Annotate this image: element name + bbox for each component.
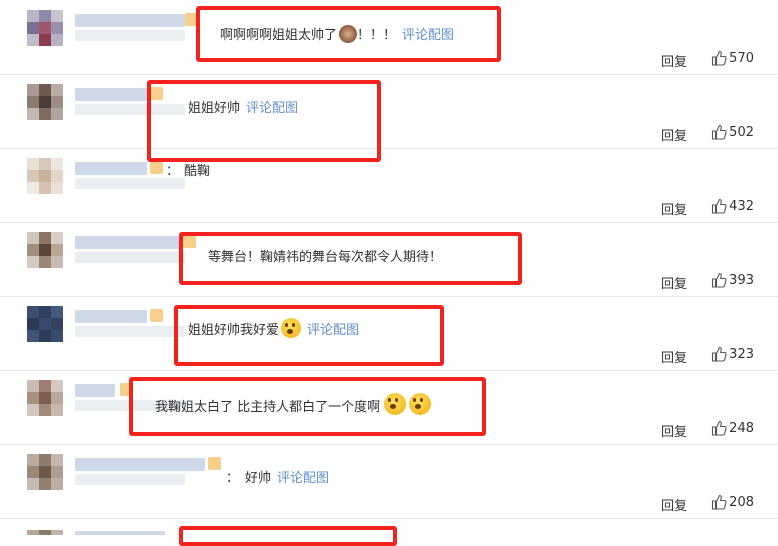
reply-button[interactable]: 回复 (661, 347, 687, 366)
reply-button[interactable]: 回复 (661, 495, 687, 514)
avatar[interactable] (27, 84, 63, 120)
reply-button[interactable]: 回复 (661, 273, 687, 292)
thumbs-up-icon (712, 50, 727, 66)
like-button[interactable]: 502 (711, 124, 754, 140)
user-info-blurred (75, 252, 185, 263)
comment-row: ： 酷鞠 回复 432 (0, 148, 778, 223)
thumbs-up-icon (712, 494, 727, 510)
comment-content: 好帅 (245, 471, 272, 486)
avatar[interactable] (27, 380, 63, 416)
like-count: 393 (729, 272, 754, 288)
reply-button[interactable]: 回复 (661, 421, 687, 440)
thumbs-up-icon (712, 420, 727, 436)
like-count: 248 (729, 420, 754, 436)
highlight-box (129, 377, 486, 436)
highlight-box (196, 6, 501, 62)
like-button[interactable]: 323 (711, 346, 754, 362)
comment-text: 酷鞠 (184, 160, 210, 179)
thumbs-up-icon (712, 198, 727, 214)
highlight-box (179, 526, 397, 546)
like-count: 323 (729, 346, 754, 362)
colon-separator: ： (166, 164, 180, 179)
thumbs-up-icon (712, 124, 727, 140)
vip-badge-icon (208, 457, 221, 470)
comment-text: 好帅 评论配图 (245, 467, 329, 486)
avatar[interactable] (27, 158, 63, 194)
username-blurred[interactable] (75, 310, 147, 323)
avatar[interactable] (27, 232, 63, 268)
like-count: 432 (729, 198, 754, 214)
avatar[interactable] (27, 454, 63, 490)
comment-row: 姐姐好帅 评论配图 回复 502 (0, 74, 778, 149)
username-blurred[interactable] (75, 162, 147, 175)
like-count: 570 (729, 50, 754, 66)
vip-badge-icon (150, 161, 163, 174)
user-info-blurred (75, 326, 185, 337)
like-count: 502 (729, 124, 754, 140)
highlight-box (147, 80, 381, 162)
username-blurred[interactable] (75, 531, 165, 535)
reply-button[interactable]: 回复 (661, 199, 687, 218)
like-button[interactable]: 432 (711, 198, 754, 214)
username-blurred[interactable] (75, 14, 185, 27)
vip-badge-icon (150, 309, 163, 322)
thumbs-up-icon (712, 346, 727, 362)
highlight-box (179, 232, 522, 285)
user-info-blurred (75, 178, 185, 189)
user-info-blurred (75, 474, 185, 485)
like-button[interactable]: 393 (711, 272, 754, 288)
like-button[interactable]: 208 (711, 494, 754, 510)
avatar[interactable] (27, 306, 63, 342)
avatar[interactable] (27, 530, 63, 535)
highlight-box (174, 305, 444, 366)
username-blurred[interactable] (75, 458, 205, 471)
avatar[interactable] (27, 10, 63, 46)
like-button[interactable]: 248 (711, 420, 754, 436)
username-blurred[interactable] (75, 384, 115, 397)
user-info-blurred (75, 30, 185, 41)
like-button[interactable]: 570 (711, 50, 754, 66)
comment-row: ： 好帅 评论配图 回复 208 (0, 444, 778, 519)
username-blurred[interactable] (75, 88, 147, 101)
colon-separator: ： (226, 471, 240, 486)
reply-button[interactable]: 回复 (661, 51, 687, 70)
reply-button[interactable]: 回复 (661, 125, 687, 144)
username-blurred[interactable] (75, 236, 180, 249)
comment-image-link[interactable]: 评论配图 (277, 471, 329, 486)
thumbs-up-icon (712, 272, 727, 288)
like-count: 208 (729, 494, 754, 510)
comment-content: 酷鞠 (184, 164, 211, 179)
